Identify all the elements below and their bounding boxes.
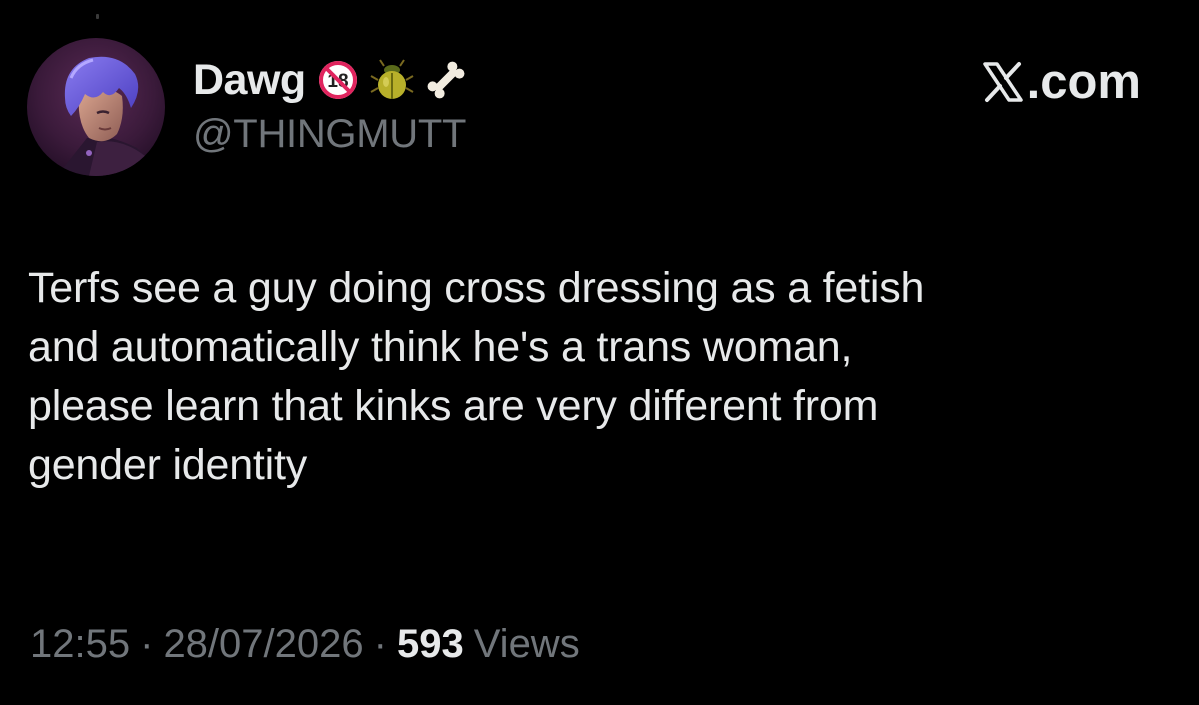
display-name[interactable]: Dawg (193, 56, 306, 105)
tweet-meta: 12:55 · 28/07/2026 · 593 Views (30, 622, 580, 667)
status-dot (96, 14, 99, 19)
tweet-date[interactable]: 28/07/2026 (163, 622, 363, 667)
tweet-time[interactable]: 12:55 (30, 622, 130, 667)
brand-watermark: .com (982, 54, 1141, 110)
avatar[interactable] (27, 38, 165, 176)
meta-separator: · (373, 622, 387, 666)
avatar-image (27, 38, 165, 176)
meta-separator: · (140, 622, 154, 666)
views-label: Views (473, 622, 580, 666)
tweet-text: Terfs see a guy doing cross dressing as … (28, 264, 925, 489)
x-logo-icon (982, 61, 1024, 103)
beetle-icon (370, 58, 414, 102)
author-handle[interactable]: @THINGMUTT (193, 112, 466, 157)
views-count: 593 (396, 622, 464, 666)
no-under-18-icon: 18 (316, 58, 360, 102)
brand-label: .com (1026, 55, 1141, 109)
author-name-row: Dawg 18 (193, 50, 468, 110)
bone-icon (424, 58, 468, 102)
